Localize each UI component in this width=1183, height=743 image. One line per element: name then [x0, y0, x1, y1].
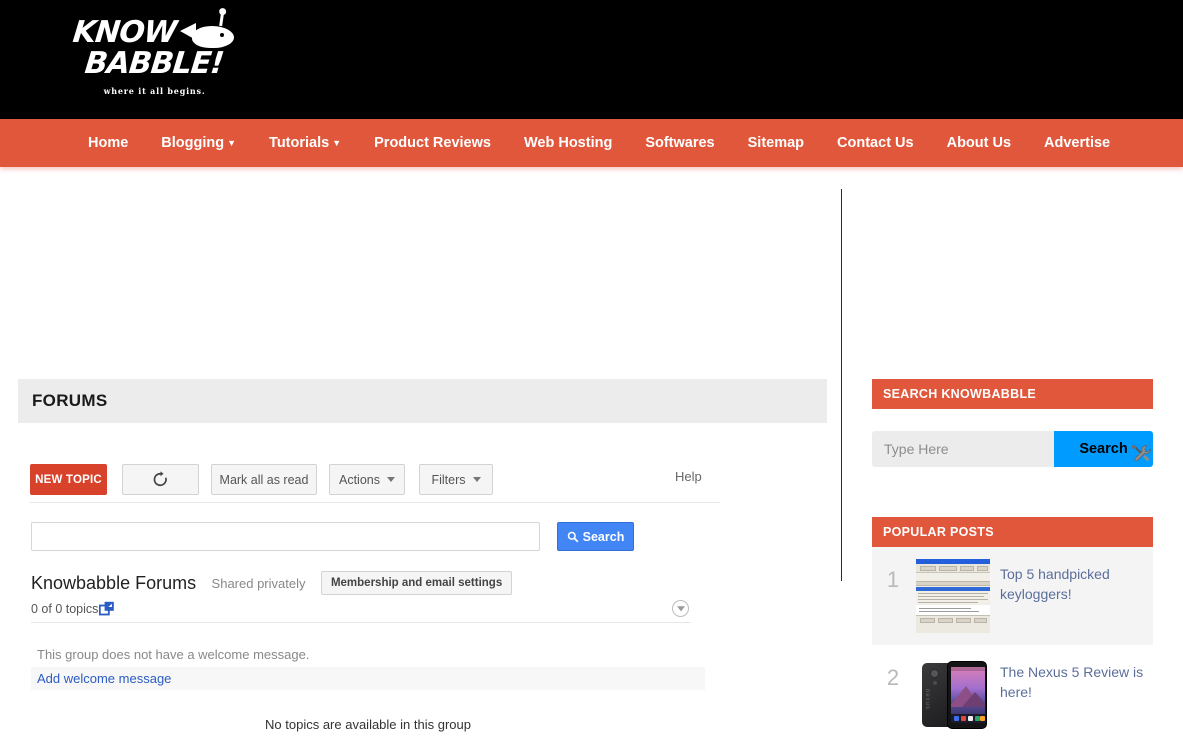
chevron-down-icon — [472, 477, 481, 482]
nav-item-sitemap[interactable]: Sitemap — [748, 135, 804, 151]
nav-item-product-reviews[interactable]: Product Reviews — [374, 135, 491, 151]
nav-label: Advertise — [1044, 135, 1111, 151]
post-title[interactable]: Top 5 handpicked keyloggers! — [1000, 559, 1153, 605]
refresh-button[interactable] — [122, 464, 199, 495]
group-search-button-label: Search — [582, 529, 625, 544]
main-content-column: FORUMS NEW TOPIC Mark all as read Action… — [0, 167, 841, 732]
nav-label: Blogging — [161, 135, 225, 151]
sidebar-search-button[interactable]: Search — [1054, 431, 1153, 467]
list-item[interactable]: 2 nexus The Nexus 5 Review is here! — [872, 645, 1153, 743]
logo-tagline: where it all begins. — [103, 86, 206, 97]
nav-item-blogging[interactable]: Blogging ▼ — [161, 135, 236, 151]
column-divider — [841, 189, 842, 581]
group-search-button[interactable]: Search — [557, 522, 634, 551]
popout-window-icon[interactable] — [99, 601, 115, 616]
nav-label: Web Hosting — [523, 135, 613, 151]
nav-label: Product Reviews — [374, 135, 491, 151]
nav-label: About Us — [946, 135, 1012, 151]
post-rank: 2 — [886, 665, 900, 690]
chevron-down-icon: ▼ — [332, 137, 342, 148]
group-info: Knowbabble Forums Shared privately Membe… — [31, 571, 691, 616]
new-topic-button[interactable]: NEW TOPIC — [30, 464, 107, 495]
group-divider — [31, 622, 691, 623]
welcome-empty-message: This group does not have a welcome messa… — [37, 647, 310, 662]
filters-dropdown-button[interactable]: Filters — [419, 464, 493, 495]
topic-count-label: 0 of 0 topics — [31, 601, 99, 616]
sidebar-search-row: Search — [872, 431, 1153, 467]
filters-label: Filters — [431, 472, 466, 487]
page-body: FORUMS NEW TOPIC Mark all as read Action… — [0, 167, 1183, 732]
mark-all-read-button[interactable]: Mark all as read — [211, 464, 317, 495]
group-search-input[interactable] — [31, 522, 540, 551]
post-rank: 1 — [886, 567, 900, 592]
popular-posts-title: POPULAR POSTS — [872, 517, 1153, 547]
toolbar-divider — [30, 502, 720, 503]
group-privacy-label: Shared privately — [211, 575, 306, 591]
search-widget: SEARCH KNOWBABBLE Search — [872, 379, 1153, 467]
magnifier-icon — [567, 531, 579, 542]
keylogger-screenshot-thumbnail — [916, 559, 990, 633]
whale-icon — [179, 13, 236, 50]
actions-label: Actions — [339, 472, 380, 487]
page-title: FORUMS — [32, 391, 108, 410]
new-topic-label: NEW TOPIC — [35, 473, 102, 486]
nav-item-contact-us[interactable]: Contact Us — [837, 135, 914, 151]
nav-label: Contact Us — [837, 135, 914, 151]
nav-item-softwares[interactable]: Softwares — [645, 135, 714, 151]
forum-toolbar: NEW TOPIC Mark all as read Actions Filte… — [30, 464, 720, 496]
nav-item-about-us[interactable]: About Us — [947, 135, 1011, 151]
logo-text-know: KNOW — [71, 14, 178, 50]
nav-label: Sitemap — [747, 135, 805, 151]
nav-item-tutorials[interactable]: Tutorials ▼ — [269, 135, 341, 151]
actions-dropdown-button[interactable]: Actions — [329, 464, 405, 495]
logo-text-babble: BABBLE! — [83, 45, 226, 81]
nav-label: Tutorials — [269, 135, 330, 151]
empty-state-message: No topics are available in this group — [265, 717, 471, 732]
sidebar-search-input[interactable] — [872, 431, 1054, 467]
topic-count-row: 0 of 0 topics — [31, 601, 691, 616]
site-header: KNOW BABBLE! where it all begins. — [0, 0, 1183, 119]
nexus-5-phone-thumbnail: nexus — [916, 657, 990, 731]
nav-label: Softwares — [645, 135, 715, 151]
chevron-down-icon: ▼ — [227, 137, 237, 148]
logo-top-row: KNOW — [71, 13, 237, 50]
add-welcome-message-link[interactable]: Add welcome message — [37, 671, 171, 686]
nav-label: Home — [88, 135, 129, 151]
forums-header-panel: FORUMS — [18, 379, 827, 423]
site-logo[interactable]: KNOW BABBLE! where it all begins. — [71, 6, 237, 106]
nav-item-home[interactable]: Home — [88, 135, 128, 151]
chevron-down-icon — [387, 477, 395, 482]
nav-item-web-hosting[interactable]: Web Hosting — [524, 135, 612, 151]
help-link[interactable]: Help — [675, 469, 702, 484]
nav-item-advertise[interactable]: Advertise — [1044, 135, 1110, 151]
group-name: Knowbabble Forums — [31, 572, 197, 593]
popular-posts-widget: POPULAR POSTS 1 Top 5 handpicked keylogg… — [872, 517, 1153, 743]
mark-all-read-label: Mark all as read — [219, 472, 309, 487]
list-item[interactable]: 1 Top 5 handpicked keyloggers! — [872, 547, 1153, 645]
refresh-icon — [153, 471, 167, 487]
membership-settings-button[interactable]: Membership and email settings — [320, 571, 513, 595]
collapse-group-toggle[interactable] — [672, 600, 689, 617]
post-title[interactable]: The Nexus 5 Review is here! — [1000, 657, 1153, 703]
chevron-down-icon — [676, 605, 685, 611]
search-widget-title: SEARCH KNOWBABBLE — [872, 379, 1153, 409]
main-navigation: Home Blogging ▼ Tutorials ▼ Product Revi… — [0, 119, 1183, 167]
